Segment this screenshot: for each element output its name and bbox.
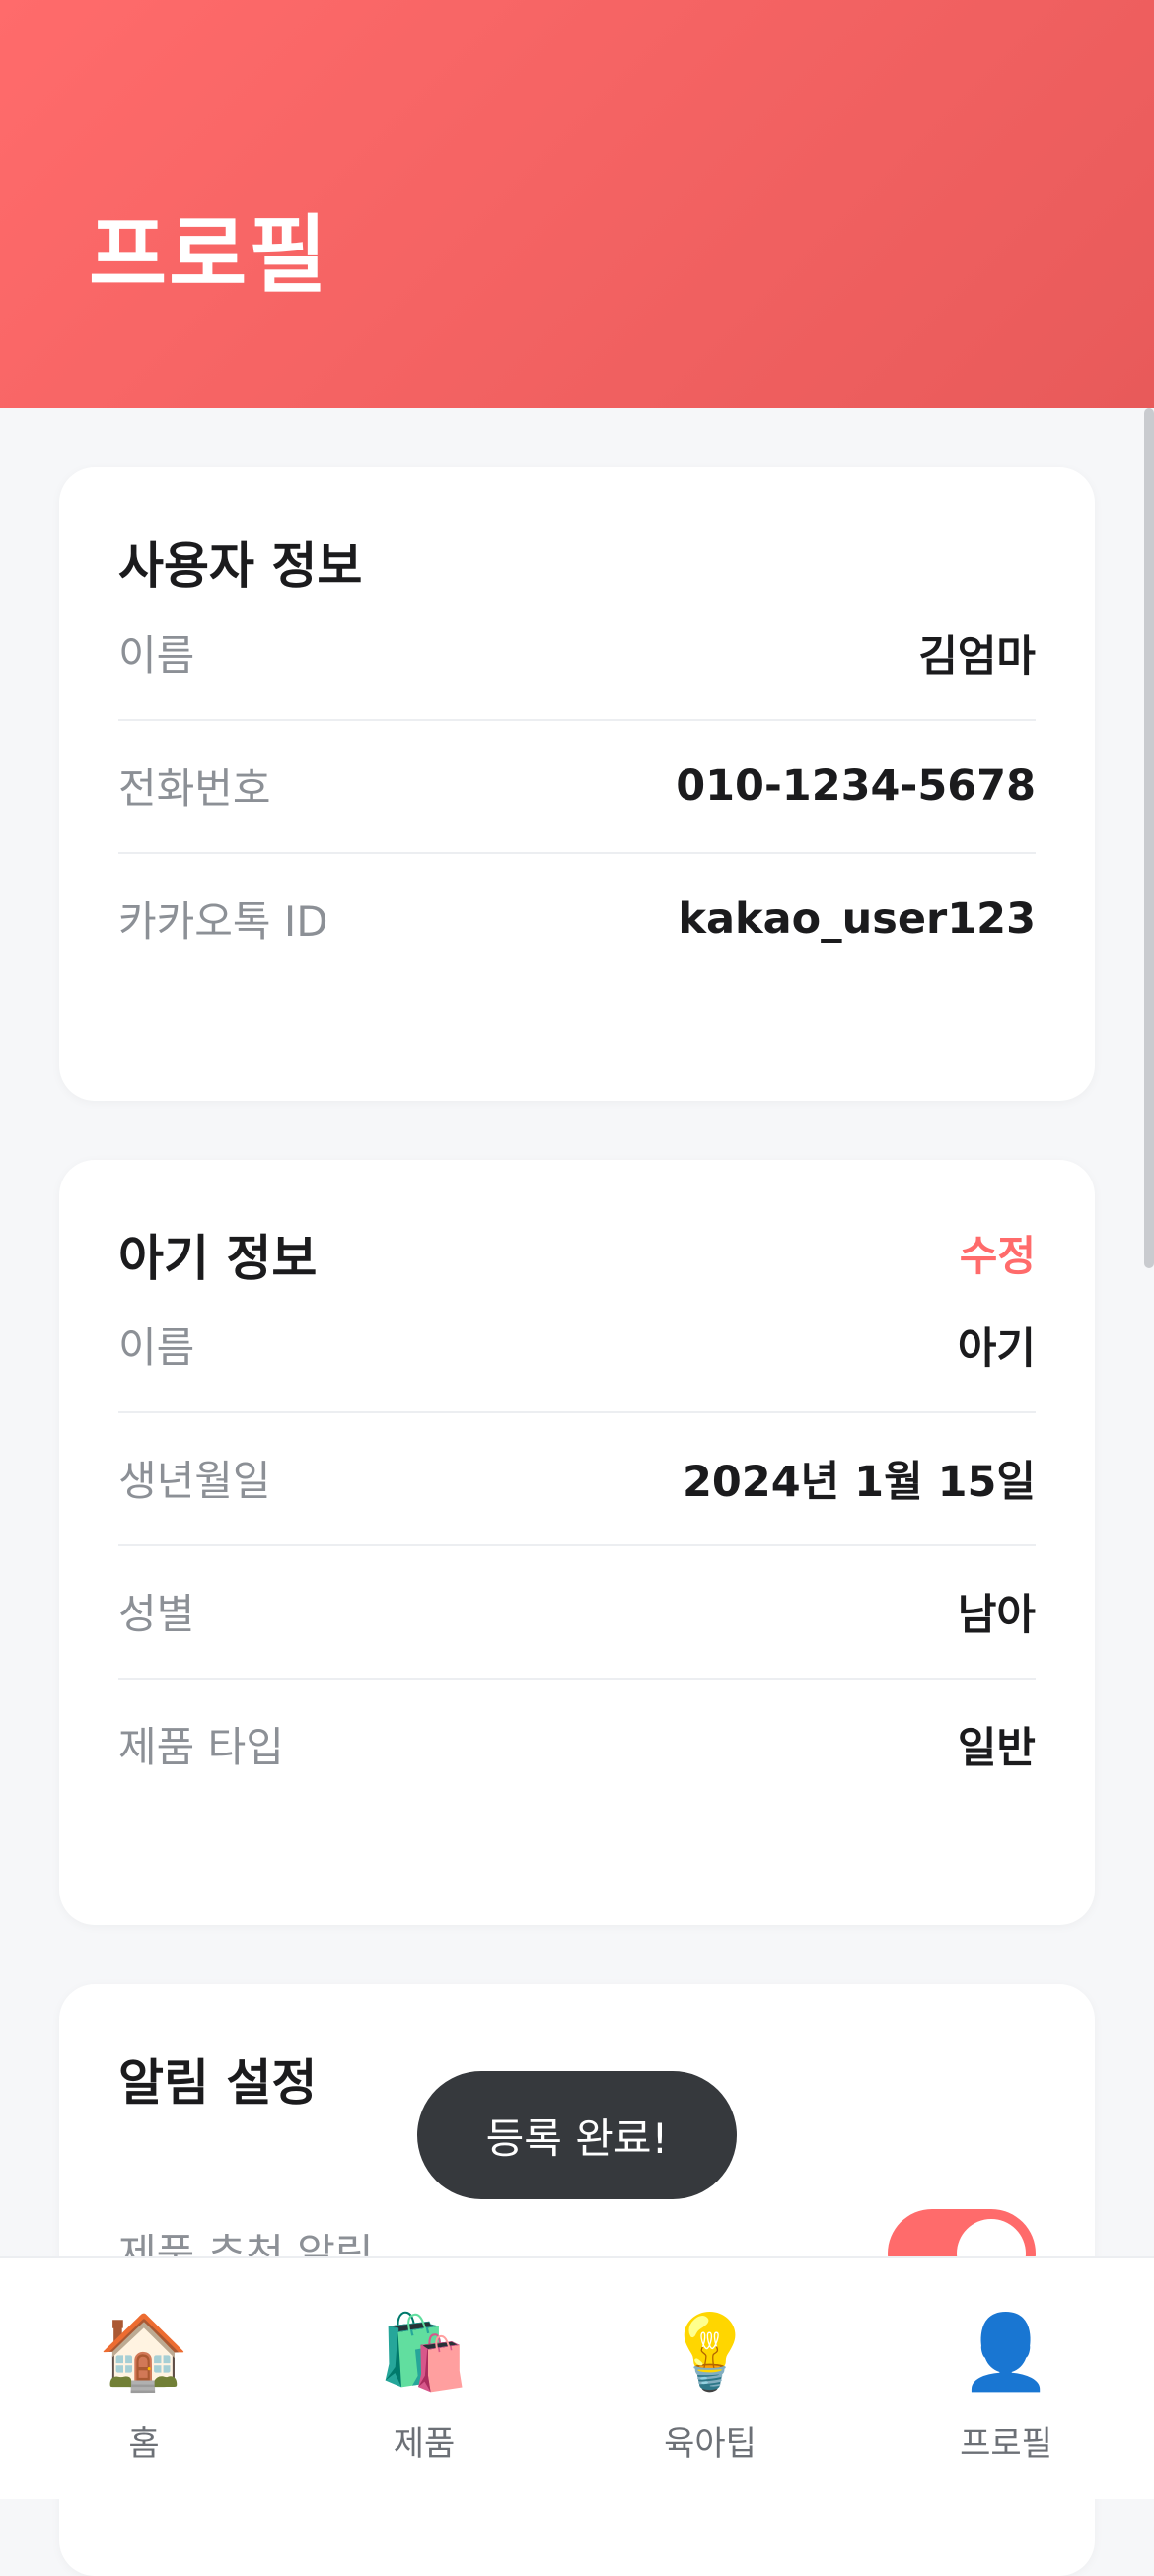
tab-products[interactable]: 🛍️ 제품 xyxy=(280,2258,568,2499)
user-phone-value: 010-1234-5678 xyxy=(676,760,1036,811)
tab-home[interactable]: 🏠 홈 xyxy=(0,2258,288,2499)
baby-gender-label: 성별 xyxy=(118,1590,195,1638)
tab-products-label: 제품 xyxy=(393,2424,456,2464)
tab-parenting-tips-label: 육아팁 xyxy=(664,2424,757,2464)
page-header: 프로필 xyxy=(0,0,1154,408)
baby-name-value: 아기 xyxy=(957,1324,1036,1374)
shopping-bags-icon: 🛍️ xyxy=(378,2310,470,2395)
baby-gender-row: 성별 남아 xyxy=(118,1544,1036,1680)
lightbulb-icon: 💡 xyxy=(664,2310,757,2395)
baby-product-type-row: 제품 타입 일반 xyxy=(118,1678,1036,1811)
page-title: 프로필 xyxy=(89,206,329,305)
baby-birthdate-label: 생년월일 xyxy=(118,1457,271,1505)
user-kakao-value: kakao_user123 xyxy=(678,894,1036,944)
scrollbar[interactable] xyxy=(1144,408,1154,1268)
baby-gender-value: 남아 xyxy=(957,1590,1036,1640)
user-name-row: 이름 김엄마 xyxy=(118,586,1036,721)
notification-settings-title: 알림 설정 xyxy=(118,2054,318,2111)
tab-profile-label: 프로필 xyxy=(960,2424,1052,2464)
user-phone-row: 전화번호 010-1234-5678 xyxy=(118,719,1036,854)
baby-birthdate-value: 2024년 1월 15일 xyxy=(682,1457,1036,1507)
user-phone-label: 전화번호 xyxy=(118,764,271,813)
baby-birthdate-row: 생년월일 2024년 1월 15일 xyxy=(118,1411,1036,1546)
user-silhouette-icon: 👤 xyxy=(960,2310,1052,2395)
edit-baby-button[interactable]: 수정 xyxy=(960,1223,1036,1283)
bottom-tab-bar: 🏠 홈 🛍️ 제품 💡 육아팁 👤 프로필 xyxy=(0,2256,1154,2499)
user-name-value: 김엄마 xyxy=(918,631,1036,681)
baby-info-card: 아기 정보 수정 이름 아기 생년월일 2024년 1월 15일 성별 남아 제… xyxy=(59,1160,1095,1925)
tab-parenting-tips[interactable]: 💡 육아팁 xyxy=(566,2258,854,2499)
user-name-label: 이름 xyxy=(118,631,195,680)
user-info-card: 사용자 정보 이름 김엄마 전화번호 010-1234-5678 카카오톡 ID… xyxy=(59,467,1095,1101)
tab-home-label: 홈 xyxy=(128,2424,160,2464)
baby-name-row: 이름 아기 xyxy=(118,1278,1036,1413)
baby-product-type-label: 제품 타입 xyxy=(118,1723,284,1771)
tab-profile[interactable]: 👤 프로필 xyxy=(862,2258,1150,2499)
user-kakao-label: 카카오톡 ID xyxy=(118,897,328,946)
baby-name-label: 이름 xyxy=(118,1324,195,1372)
baby-product-type-value: 일반 xyxy=(957,1723,1036,1773)
toast-message: 등록 완료! xyxy=(417,2071,737,2199)
user-kakao-row: 카카오톡 ID kakao_user123 xyxy=(118,852,1036,985)
house-icon: 🏠 xyxy=(98,2310,190,2395)
